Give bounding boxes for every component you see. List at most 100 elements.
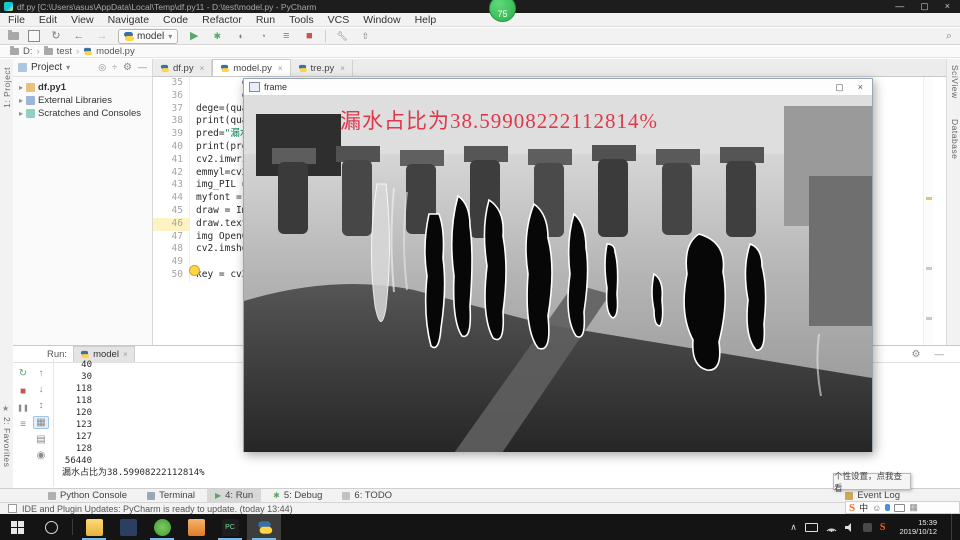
taskbar-app-orange[interactable] [179, 514, 213, 540]
breadcrumb-drive[interactable]: D: [23, 46, 33, 57]
sogou-tray-icon[interactable]: S [880, 522, 886, 533]
taskbar-pycharm[interactable]: PC [213, 514, 247, 540]
taskbar-app-green[interactable] [145, 514, 179, 540]
touch-keyboard-icon[interactable] [805, 523, 818, 532]
close-icon[interactable]: × [945, 1, 950, 12]
run-button[interactable]: ▶ [187, 29, 201, 43]
menu-navigate[interactable]: Navigate [108, 14, 149, 26]
tree-arrow-icon[interactable]: ▸ [19, 109, 23, 118]
sync-icon[interactable]: ↻ [49, 29, 63, 43]
tab-model-py[interactable]: model.py × [212, 59, 290, 76]
close-tab-icon[interactable]: × [200, 64, 205, 73]
toolwin-python-console[interactable]: Python Console [40, 489, 135, 503]
taskbar-file-explorer[interactable] [77, 514, 111, 540]
run-configuration-select[interactable]: model ▾ [118, 29, 178, 44]
taskbar-search-button[interactable] [34, 514, 68, 540]
toolwin-todo[interactable]: 6: TODO [334, 489, 400, 503]
taskbar-python-window[interactable] [247, 514, 281, 540]
menu-window[interactable]: Window [363, 14, 400, 26]
toolwin-run[interactable]: ▶ 4: Run [207, 489, 261, 503]
stripe-sciview-button[interactable]: SciView [950, 65, 960, 99]
minimize-icon[interactable]: — [895, 1, 904, 12]
soft-wrap-icon[interactable]: ▦ [33, 416, 49, 429]
menu-view[interactable]: View [71, 14, 94, 26]
open-icon[interactable] [8, 32, 19, 40]
stripe-project-button[interactable]: 1: Project [2, 67, 12, 108]
toolwin-terminal[interactable]: Terminal [139, 489, 203, 503]
coverage-icon[interactable]: ◖ [233, 29, 247, 43]
sogou-logo-icon[interactable]: S [849, 502, 855, 514]
taskbar-app-dark[interactable] [111, 514, 145, 540]
menu-help[interactable]: Help [415, 14, 437, 26]
frame-close-icon[interactable]: × [858, 82, 863, 93]
frame-titlebar[interactable]: frame ▢ × [244, 79, 872, 96]
down-stack-icon[interactable]: ↓ [33, 384, 49, 395]
collapse-all-icon[interactable]: ÷ [112, 62, 117, 73]
menu-file[interactable]: File [8, 14, 25, 26]
menu-vcs[interactable]: VCS [328, 14, 350, 26]
project-panel-title[interactable]: Project [31, 62, 62, 73]
ime-mode-chinese[interactable]: 中 [859, 501, 868, 514]
smiley-icon[interactable]: ☺ [872, 503, 881, 513]
wrench-icon[interactable]: 🔧︎ [335, 29, 349, 43]
close-tab-icon[interactable]: × [340, 64, 345, 73]
wifi-icon[interactable] [826, 523, 837, 532]
taskbar-clock[interactable]: 15:39 2019/10/12 [893, 518, 943, 536]
scroll-end-icon[interactable]: ↕ [33, 400, 49, 411]
menu-code[interactable]: Code [163, 14, 188, 26]
profiler-icon[interactable]: ◔ [256, 29, 270, 43]
forward-icon[interactable]: → [95, 29, 109, 43]
tray-app-icon[interactable] [863, 523, 872, 532]
menu-tools[interactable]: Tools [289, 14, 314, 26]
stripe-database-button[interactable]: Database [950, 119, 960, 159]
tree-item-external-libraries[interactable]: ▸ External Libraries [19, 94, 152, 107]
keyboard-icon[interactable] [894, 504, 905, 512]
pause-icon[interactable]: ❚❚ [16, 404, 30, 412]
debug-bug-icon[interactable]: ✱ [210, 29, 224, 43]
menu-run[interactable]: Run [256, 14, 275, 26]
status-message[interactable]: IDE and Plugin Updates: PyCharm is ready… [22, 504, 293, 514]
back-icon[interactable]: ← [72, 29, 86, 43]
start-button[interactable] [0, 514, 34, 540]
print-icon[interactable]: ▤ [33, 434, 49, 445]
close-tab-icon[interactable]: × [278, 64, 283, 73]
restore-icon[interactable]: ▢ [920, 1, 929, 12]
rerun-icon[interactable]: ↻ [16, 368, 30, 379]
tree-item-scratches[interactable]: ▸ Scratches and Consoles [19, 107, 152, 120]
hide-panel-icon[interactable]: — [935, 349, 945, 360]
tree-arrow-icon[interactable]: ▸ [19, 83, 23, 92]
run-with-icon[interactable]: ≡ [279, 29, 293, 43]
menu-edit[interactable]: Edit [39, 14, 57, 26]
menu-refactor[interactable]: Refactor [202, 14, 242, 26]
hidden-icons-chevron[interactable]: ∧ [790, 522, 797, 533]
toolwin-debug[interactable]: ✱ 5: Debug [265, 489, 330, 503]
tree-arrow-icon[interactable]: ▸ [19, 96, 23, 105]
up-stack-icon[interactable]: ↑ [33, 368, 49, 379]
gear-icon[interactable]: ⚙ [123, 62, 132, 73]
stop-icon[interactable]: ■ [302, 29, 316, 43]
speaker-icon[interactable] [845, 523, 855, 532]
stop-icon[interactable]: ■ [16, 386, 30, 397]
ime-tooltip[interactable]: 个性设置，点我查看 [833, 473, 911, 490]
tab-df-py[interactable]: df.py × [153, 60, 212, 76]
breadcrumb-test[interactable]: test [57, 46, 72, 57]
frame-restore-icon[interactable]: ▢ [835, 82, 844, 93]
intention-bulb-icon[interactable] [189, 265, 200, 276]
hide-panel-icon[interactable]: — [138, 62, 147, 73]
tab-tre-py[interactable]: tre.py × [291, 60, 353, 76]
microphone-icon[interactable] [885, 504, 890, 511]
toolbox-grid-icon[interactable]: ▦ [909, 502, 918, 513]
upload-icon[interactable]: ⇧ [358, 29, 372, 43]
save-icon[interactable] [28, 30, 40, 42]
stripe-favorites-button[interactable]: 2: Favorites [2, 417, 12, 467]
opencv-frame-window[interactable]: frame ▢ × [243, 78, 873, 452]
caret-down-icon[interactable]: ▾ [66, 63, 70, 72]
search-everywhere-icon[interactable]: ⌕ [946, 30, 952, 43]
show-desktop-button[interactable] [951, 514, 956, 540]
restore-layout-icon[interactable]: ≡ [16, 419, 30, 430]
tree-item-root[interactable]: ▸ df.py1 [19, 81, 152, 94]
breadcrumb-file[interactable]: model.py [96, 46, 135, 57]
gear-icon[interactable]: ⚙ [912, 349, 921, 360]
close-tab-icon[interactable]: × [123, 350, 128, 359]
ime-toolbar[interactable]: S 中 ☺ ▦ [845, 501, 960, 514]
